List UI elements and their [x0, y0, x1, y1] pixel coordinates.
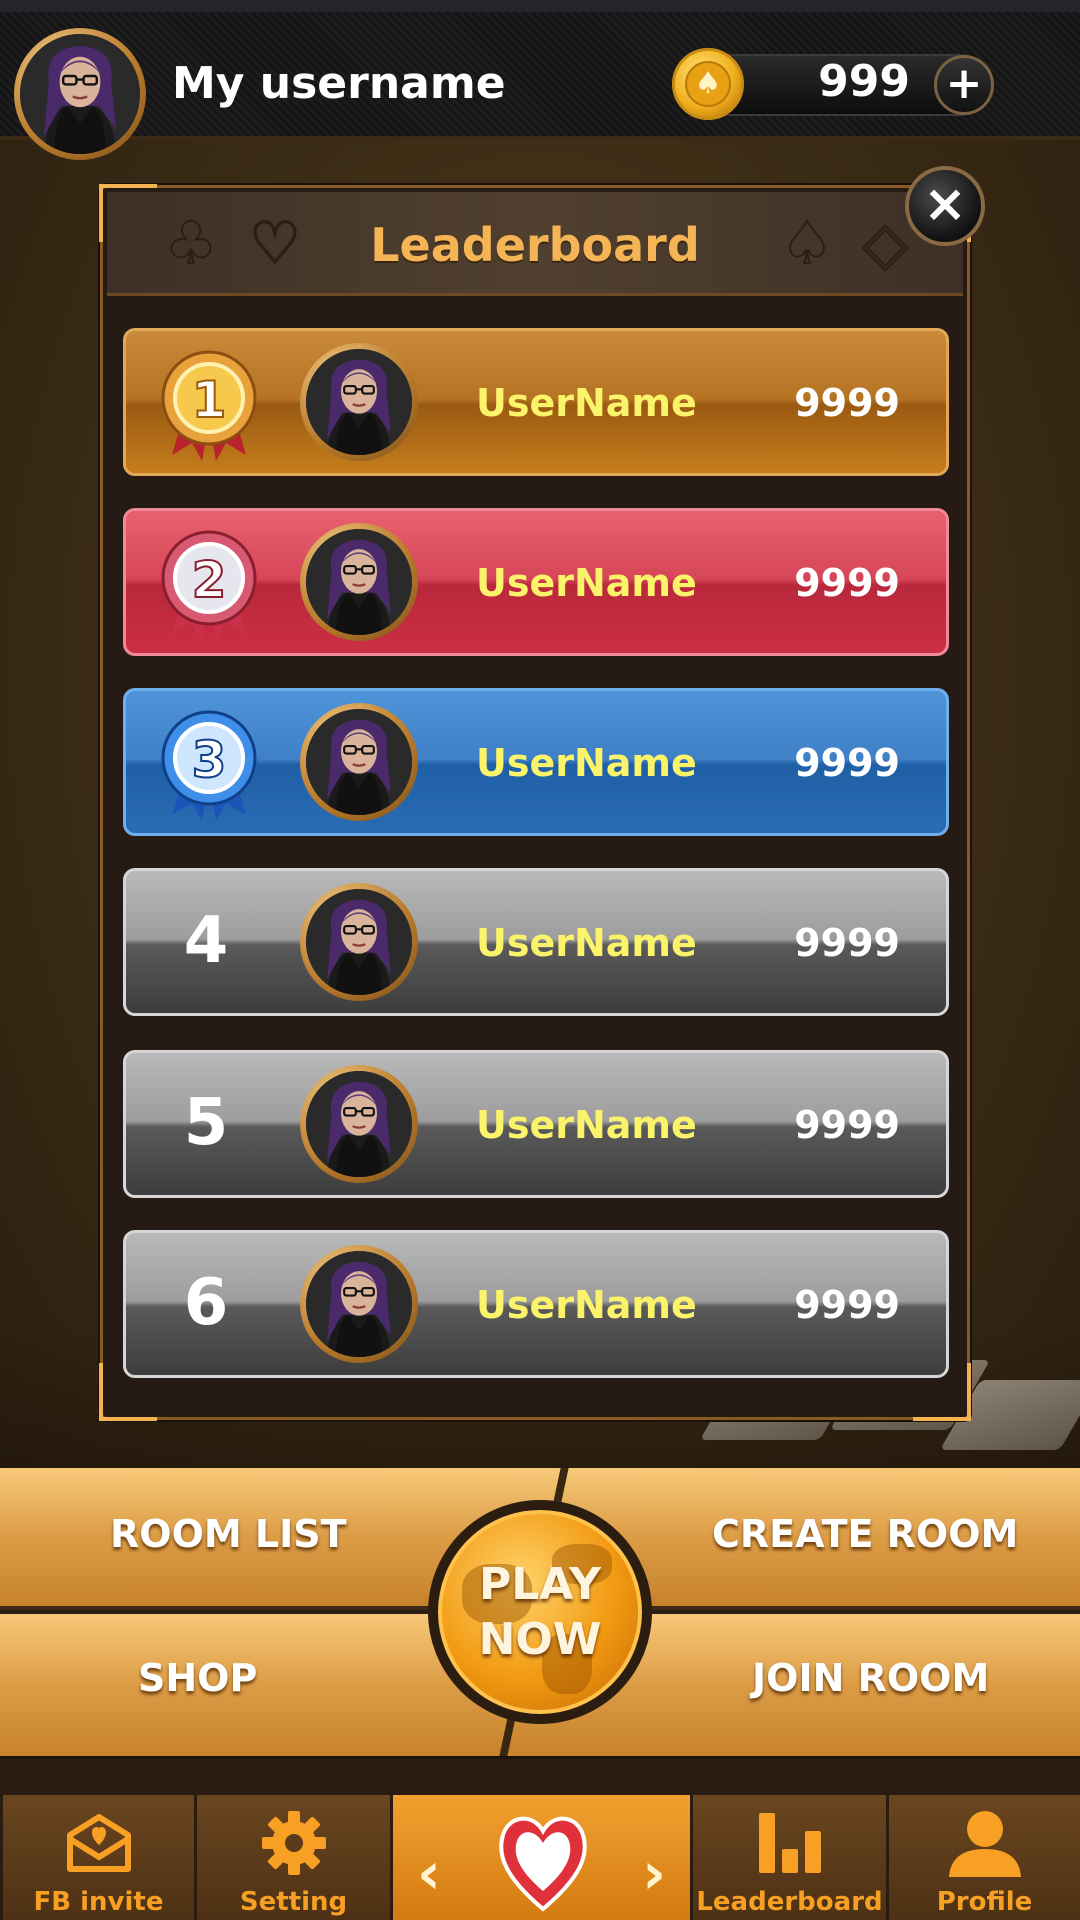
- svg-text:1: 1: [192, 371, 227, 429]
- gear-icon: [261, 1811, 326, 1875]
- shop-button[interactable]: SHOP: [138, 1656, 257, 1700]
- close-button[interactable]: ×: [905, 166, 985, 246]
- user-avatar: [300, 343, 418, 461]
- user-avatar: [300, 703, 418, 821]
- heart-icon: [499, 1816, 587, 1912]
- user-score: 9999: [794, 741, 900, 785]
- coin-balance: 999: [818, 56, 910, 107]
- add-coins-button[interactable]: +: [934, 55, 994, 115]
- leaderboard-row[interactable]: 1 UserName 9999: [123, 328, 949, 476]
- player-username: My username: [172, 58, 506, 109]
- leaderboard-row[interactable]: 3 UserName 9999: [123, 688, 949, 836]
- create-room-button[interactable]: CREATE ROOM: [712, 1512, 1018, 1556]
- player-avatar[interactable]: [14, 28, 146, 160]
- rank-number: 5: [183, 1086, 229, 1160]
- user-name: UserName: [476, 1283, 697, 1327]
- chevron-left-icon[interactable]: ‹: [417, 1839, 441, 1907]
- user-name: UserName: [476, 741, 697, 785]
- room-list-button[interactable]: ROOM LIST: [110, 1512, 347, 1556]
- bottom-nav: FB invite Setting ‹ › Leaderboard Profil…: [0, 1756, 1080, 1920]
- user-name: UserName: [476, 1103, 697, 1147]
- bronze-medal-icon: 3: [161, 710, 257, 821]
- mail-heart-icon: [66, 1814, 131, 1872]
- nav-profile[interactable]: Profile: [886, 1795, 1080, 1920]
- leaderboard-row[interactable]: 4 UserName 9999: [123, 868, 949, 1016]
- nav-center-home[interactable]: ‹ ›: [390, 1795, 690, 1920]
- chevron-right-icon[interactable]: ›: [642, 1839, 666, 1907]
- leaderboard-title: Leaderboard: [370, 218, 700, 272]
- user-avatar: [300, 883, 418, 1001]
- user-score: 9999: [794, 561, 900, 605]
- user-score: 9999: [794, 1283, 900, 1327]
- gold-medal-icon: 1: [161, 350, 257, 461]
- nav-label: Leaderboard: [696, 1887, 883, 1917]
- user-avatar: [300, 1245, 418, 1363]
- user-score: 9999: [794, 1103, 900, 1147]
- globe-icon: PLAY NOW: [438, 1510, 642, 1714]
- user-name: UserName: [476, 921, 697, 965]
- leaderboard-panel: ♣ ♡ ♠ ◇ Leaderboard 1 UserName 9999 2 Us…: [99, 184, 971, 1421]
- user-name: UserName: [476, 561, 697, 605]
- spade-coin-icon: ♠: [672, 48, 744, 120]
- leaderboard-row[interactable]: 5 UserName 9999: [123, 1050, 949, 1198]
- user-score: 9999: [794, 381, 900, 425]
- leaderboard-row[interactable]: 2 UserName 9999: [123, 508, 949, 656]
- leaderboard-row[interactable]: 6 UserName 9999: [123, 1230, 949, 1378]
- user-avatar: [300, 1065, 418, 1183]
- play-label-line1: PLAY: [479, 1559, 601, 1610]
- svg-text:2: 2: [192, 551, 227, 609]
- user-score: 9999: [794, 921, 900, 965]
- nav-setting[interactable]: Setting: [194, 1795, 390, 1920]
- play-label-line2: NOW: [478, 1614, 602, 1665]
- user-name: UserName: [476, 381, 697, 425]
- bar-chart-icon: [758, 1813, 821, 1873]
- nav-label: Profile: [936, 1887, 1033, 1917]
- nav-label: FB invite: [33, 1887, 164, 1917]
- nav-label: Setting: [239, 1887, 348, 1917]
- person-icon: [948, 1811, 1021, 1877]
- nav-fb-invite[interactable]: FB invite: [0, 1795, 194, 1920]
- rank-number: 6: [183, 1266, 229, 1340]
- avatar-image: [20, 34, 140, 154]
- status-strip: [0, 0, 1080, 12]
- svg-text:3: 3: [192, 731, 227, 789]
- join-room-button[interactable]: JOIN ROOM: [752, 1656, 989, 1700]
- nav-leaderboard[interactable]: Leaderboard: [690, 1795, 886, 1920]
- rank-number: 4: [183, 904, 229, 978]
- leaderboard-header: ♣ ♡ ♠ ◇ Leaderboard: [107, 192, 963, 296]
- silver-medal-icon: 2: [161, 530, 257, 641]
- user-avatar: [300, 523, 418, 641]
- play-now-button[interactable]: PLAY NOW: [428, 1500, 652, 1724]
